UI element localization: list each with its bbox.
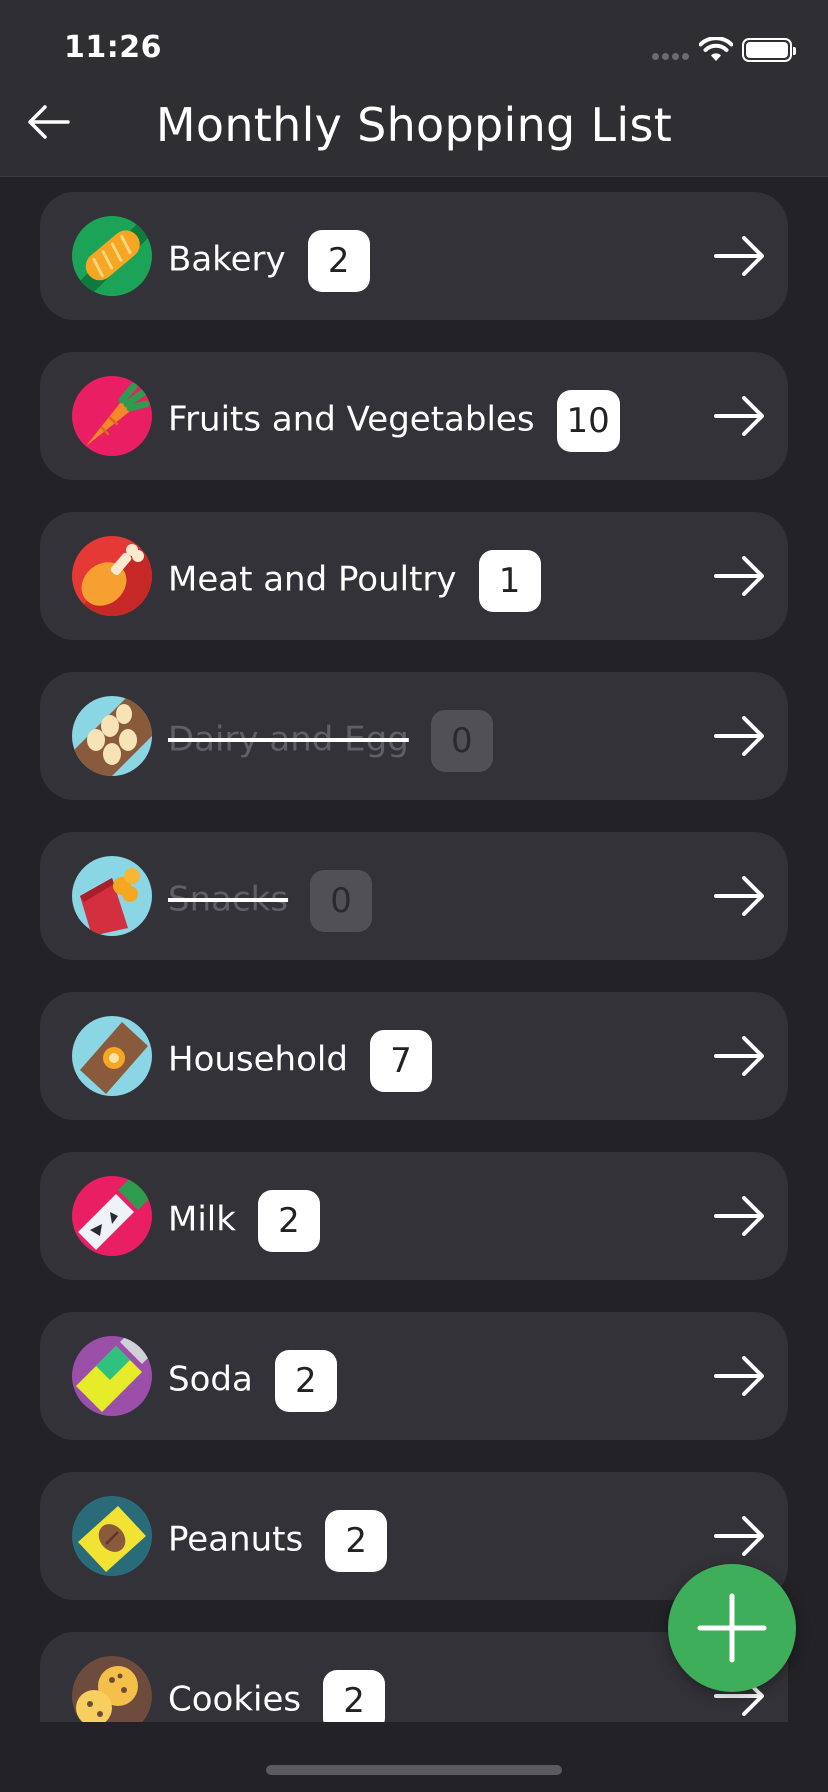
category-row-peanuts[interactable]: Peanuts 2 [40, 1472, 788, 1600]
signal-icon [652, 53, 689, 60]
arrow-right-icon [714, 556, 764, 596]
wifi-icon [698, 36, 734, 67]
cookies-icon [72, 1656, 152, 1722]
item-count-badge: 7 [369, 1030, 432, 1092]
carrot-icon [72, 376, 152, 456]
category-row-soda[interactable]: Soda 2 [40, 1312, 788, 1440]
category-label: Cookies [168, 1679, 302, 1720]
chicken-leg-icon [72, 536, 152, 616]
open-category-button[interactable] [710, 706, 770, 766]
category-row-snacks[interactable]: Snacks 0 [40, 832, 788, 960]
open-category-button[interactable] [710, 866, 770, 926]
household-icon [72, 1016, 152, 1096]
category-row-milk[interactable]: Milk 2 [40, 1152, 788, 1280]
navigation-header: 11:26 Monthly Shopping List [0, 0, 828, 177]
category-label: Soda [168, 1359, 253, 1400]
item-count-badge: 0 [430, 710, 493, 772]
status-time: 11:26 [64, 30, 162, 65]
arrow-right-icon [714, 396, 764, 436]
arrow-right-icon [714, 1036, 764, 1076]
open-category-button[interactable] [710, 386, 770, 446]
category-label: Dairy and Egg [168, 719, 409, 760]
plus-icon [697, 1593, 767, 1663]
soda-can-icon [72, 1336, 152, 1416]
eggs-icon [72, 696, 152, 776]
bread-icon [72, 216, 152, 296]
category-row-household[interactable]: Household 7 [40, 992, 788, 1120]
home-indicator[interactable] [266, 1765, 562, 1775]
arrow-right-icon [714, 716, 764, 756]
open-category-button[interactable] [710, 226, 770, 286]
category-label: Peanuts [168, 1519, 304, 1560]
add-category-button[interactable] [668, 1564, 796, 1692]
open-category-button[interactable] [710, 1026, 770, 1086]
category-label: Household [168, 1039, 348, 1080]
open-category-button[interactable] [710, 1186, 770, 1246]
item-count-badge: 0 [310, 870, 373, 932]
item-count-badge: 2 [274, 1350, 337, 1412]
category-label: Bakery [168, 239, 286, 280]
chips-icon [72, 856, 152, 936]
item-count-badge: 10 [556, 390, 620, 452]
category-row-meat-and-poultry[interactable]: Meat and Poultry 1 [40, 512, 788, 640]
arrow-right-icon [714, 1356, 764, 1396]
arrow-right-icon [714, 1516, 764, 1556]
category-label: Milk [168, 1199, 236, 1240]
screen: 11:26 Monthly Shopping List Bakery 2 Fru… [0, 0, 828, 1792]
open-category-button[interactable] [710, 1346, 770, 1406]
item-count-badge: 2 [307, 230, 370, 292]
arrow-right-icon [714, 1196, 764, 1236]
page-title: Monthly Shopping List [155, 98, 673, 152]
category-row-fruits-and-vegetables[interactable]: Fruits and Vegetables 10 [40, 352, 788, 480]
item-count-badge: 1 [478, 550, 541, 612]
category-label: Meat and Poultry [168, 559, 457, 600]
item-count-badge: 2 [323, 1670, 386, 1722]
milk-bottle-icon [72, 1176, 152, 1256]
battery-icon [742, 38, 796, 62]
item-count-badge: 2 [257, 1190, 320, 1252]
arrow-right-icon [714, 236, 764, 276]
category-row-bakery[interactable]: Bakery 2 [40, 192, 788, 320]
category-list: Bakery 2 Fruits and Vegetables 10 Meat a… [40, 192, 788, 1722]
item-count-badge: 2 [325, 1510, 388, 1572]
open-category-button[interactable] [710, 546, 770, 606]
peanuts-pack-icon [72, 1496, 152, 1576]
category-label: Snacks [168, 879, 289, 920]
category-row-dairy-and-egg[interactable]: Dairy and Egg 0 [40, 672, 788, 800]
arrow-right-icon [714, 876, 764, 916]
category-label: Fruits and Vegetables [168, 399, 535, 440]
open-category-button[interactable] [710, 1506, 770, 1566]
